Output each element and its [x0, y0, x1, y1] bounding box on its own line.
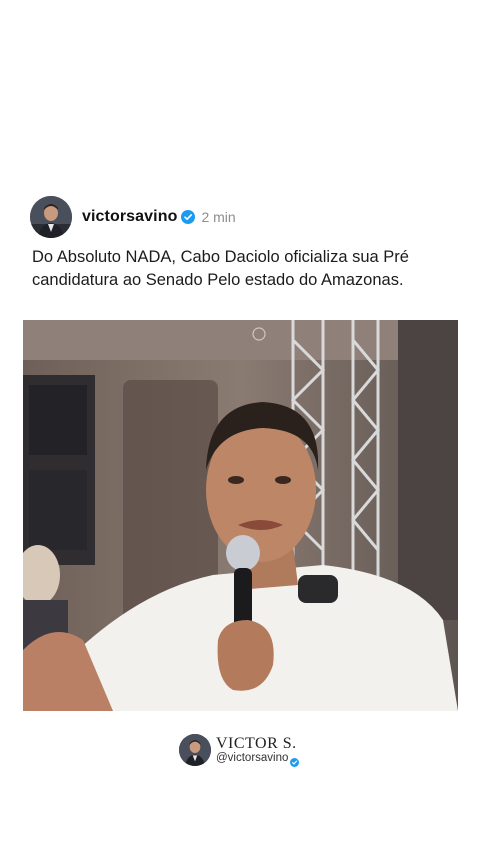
post-caption: Do Absoluto NADA, Cabo Daciolo oficializ… [32, 248, 409, 289]
footer-name: VICTOR S. [216, 735, 297, 752]
post-time: 2 min [201, 209, 236, 225]
verified-badge-icon [290, 754, 300, 767]
post-header: victorsavino 2 min [30, 196, 236, 238]
username[interactable]: victorsavino [82, 208, 177, 226]
post-media-image[interactable] [23, 320, 458, 711]
avatar[interactable] [30, 196, 72, 238]
verified-badge-icon [181, 210, 196, 224]
watermark-footer: VICTOR S. @victorsavino [179, 733, 300, 767]
footer-avatar [179, 734, 211, 766]
footer-handle: @victorsavino [216, 752, 289, 764]
